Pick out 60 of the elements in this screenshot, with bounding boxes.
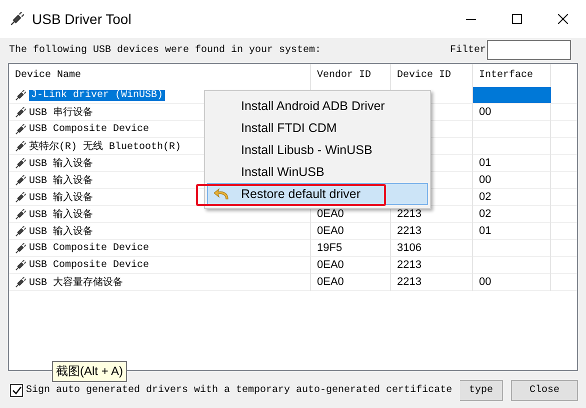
table-cell[interactable]: USB Composite Device [29,242,150,254]
table-cell: 3106 [397,242,422,254]
menu-item[interactable]: Install Android ADB Driver [207,95,428,117]
menu-item[interactable]: Install FTDI CDM [207,117,428,139]
table-cell[interactable]: 英特尔(R) 无线 Bluetooth(R) [29,139,182,153]
usb-plug-icon [15,208,26,220]
column-header[interactable]: Interface [473,64,551,87]
intro-text: The following USB devices were found in your system: [8,44,322,56]
usb-plug-icon [15,106,26,118]
close-button[interactable]: Close [511,380,578,401]
maximize-icon[interactable] [512,14,522,24]
table-cell: 19F5 [317,242,342,254]
table-cell: 2213 [397,276,422,288]
usb-plug-icon [10,12,24,26]
column-header[interactable]: Vendor ID [311,64,391,87]
menu-item[interactable]: Install Libusb - WinUSB [207,139,428,161]
usb-plug-icon [15,260,26,270]
filter-field[interactable] [487,40,571,60]
checkbox[interactable] [10,384,23,396]
table-cell: 0EA0 [317,259,344,271]
table-cell: 01 [479,157,492,169]
table-cell: 00 [479,276,492,288]
table-cell[interactable]: USB 输入设备 [29,207,94,221]
table-cell: 0EA0 [317,208,344,220]
table-cell: 00 [479,106,492,118]
table-cell[interactable]: USB 串行设备 [29,105,94,119]
table-cell[interactable]: USB 输入设备 [29,224,94,238]
table-cell[interactable]: USB 大容量存储设备 [29,275,124,289]
table-cell[interactable]: USB 输入设备 [29,173,94,187]
usb-plug-icon [15,192,26,202]
table-cell: 0EA0 [317,276,344,288]
table-cell: 2213 [397,259,422,271]
column-header[interactable]: Device ID [391,64,473,87]
table-cell: 02 [479,191,492,203]
table-cell: 00 [479,174,492,186]
filter-label: Filter [450,44,486,56]
menu-item[interactable]: Install WinUSB [207,161,428,183]
table-cell[interactable]: USB 输入设备 [29,190,94,204]
table-cell: 2213 [397,225,422,237]
table-cell: 0EA0 [317,225,344,237]
usb-plug-icon [15,276,26,288]
table-cell: 02 [479,208,492,220]
tooltip: 截图(Alt + A) [52,361,128,382]
table-cell: 2213 [397,208,422,220]
usb-plug-icon [15,174,26,186]
usb-plug-icon [15,226,26,236]
table-cell: 01 [479,225,492,237]
table-cell[interactable]: J-Link driver (WinUSB) [29,90,166,100]
usb-plug-icon [15,242,26,254]
column-header[interactable]: Device Name [9,64,311,87]
table-cell[interactable]: USB 输入设备 [29,156,94,170]
window-title: USB Driver Tool [32,11,132,27]
usb-plug-icon [15,90,26,100]
checkbox-label: Sign auto generated drivers with a temporary auto-generated certificate [26,384,454,396]
table-cell[interactable]: USB Composite Device [29,124,150,134]
usb-plug-icon [15,158,26,168]
type-button[interactable]: type [460,380,503,401]
usb-plug-icon [15,124,26,134]
usb-plug-icon [15,140,26,152]
table-cell[interactable]: USB Composite Device [29,260,150,270]
